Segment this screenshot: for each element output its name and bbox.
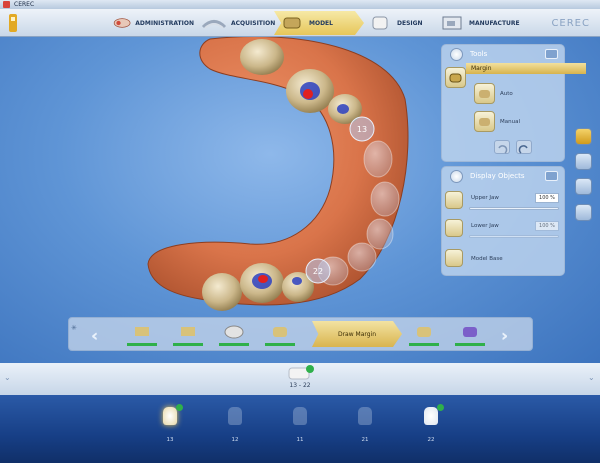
lower-jaw-label: Lower Jaw (471, 223, 499, 229)
collapse-right-icon[interactable]: ⌄ (588, 373, 595, 382)
tooth-13[interactable] (163, 407, 177, 425)
display-objects-icon (450, 170, 463, 183)
manufacture-icon (442, 16, 462, 30)
phase-administration[interactable]: ADMINISTRATION (108, 11, 194, 35)
strip-tool-2[interactable] (173, 322, 203, 346)
right-tool-crown-button[interactable] (575, 128, 592, 145)
tooth-22[interactable] (424, 407, 438, 425)
phase-model[interactable]: MODEL (274, 11, 364, 35)
upper-jaw-icon[interactable] (445, 191, 463, 209)
undo-icon (498, 145, 508, 154)
tooth-21[interactable] (358, 407, 372, 425)
tooth-molar (202, 273, 242, 311)
restoration-strip: ⌄ ⌄ 13 - 22 (0, 363, 600, 395)
margin-tool-row[interactable]: Margin (466, 63, 586, 74)
manual-label: Manual (500, 119, 520, 125)
strip-tool-6[interactable] (409, 322, 439, 346)
display-objects-panel: Display Objects Upper Jaw 100 % Lower Ja… (441, 166, 565, 276)
manual-margin-button[interactable] (474, 111, 495, 132)
pin-icon[interactable]: ✳ (71, 324, 80, 344)
strip-tool-3[interactable] (219, 322, 249, 346)
tools-panel-header: Tools (442, 45, 564, 63)
app-icon (3, 1, 10, 8)
crown-preview (363, 140, 393, 178)
collapse-left-icon[interactable]: ⌄ (4, 373, 11, 382)
tooth-number: 22 (427, 437, 435, 443)
menu-logo-icon[interactable] (4, 11, 22, 35)
crown-preview (347, 242, 377, 272)
model-base-label: Model Base (471, 256, 503, 262)
design-icon (372, 16, 388, 30)
tooth-molar (240, 39, 284, 75)
tooth-number: 12 (231, 437, 239, 443)
panel-minimize-button[interactable] (545, 171, 558, 181)
upper-jaw-percent[interactable]: 100 % (535, 193, 559, 203)
tooth-number: 11 (296, 437, 304, 443)
redo-button[interactable] (516, 140, 532, 154)
margin-heatmap-hot (258, 275, 268, 283)
tools-panel-title: Tools (470, 50, 488, 58)
margin-heatmap (292, 277, 302, 285)
tools-icon (450, 48, 463, 61)
phase-design[interactable]: DESIGN (362, 11, 432, 35)
strip-tool-4[interactable] (265, 322, 295, 346)
tooth-12[interactable] (228, 407, 242, 425)
auto-margin-button[interactable] (474, 83, 495, 104)
upper-jaw-label: Upper Jaw (471, 195, 499, 201)
tooth-marker-label: 22 (313, 267, 323, 276)
lower-jaw-slider[interactable] (469, 235, 559, 238)
acquisition-icon (201, 20, 227, 29)
right-tool-cube-button[interactable] (575, 204, 592, 221)
undo-button[interactable] (494, 140, 510, 154)
tools-panel: Tools Margin Auto Manual (441, 44, 586, 162)
brand-logo: CEREC (551, 18, 590, 29)
tooth-number: 21 (361, 437, 369, 443)
tooth-selector: 13 12 11 21 22 (0, 395, 600, 463)
lower-jaw-icon[interactable] (445, 219, 463, 237)
administration-icon (113, 18, 131, 28)
margin-tool-icon[interactable] (445, 67, 466, 88)
check-icon (176, 404, 183, 411)
redo-icon (518, 145, 528, 154)
window-title: CEREC (14, 1, 35, 8)
tooth-marker-label: 13 (357, 125, 367, 134)
lower-jaw-percent[interactable]: 100 % (535, 221, 559, 231)
check-icon (437, 404, 444, 411)
right-tool-view-button[interactable] (575, 178, 592, 195)
crown-preview (370, 181, 400, 217)
margin-heatmap (337, 104, 349, 114)
right-tool-model-button[interactable] (575, 153, 592, 170)
cerec-window: CEREC 13 22 ADMINISTRATION ACQUISITION M… (0, 0, 600, 463)
tool-strip: ✳ ‹‹ Draw Margin ›› (68, 317, 533, 351)
strip-scroll-right-button[interactable]: ›› (501, 326, 509, 345)
tooth-number: 13 (166, 437, 174, 443)
model-base-icon[interactable] (445, 249, 463, 267)
restoration-thumbnail[interactable] (286, 364, 316, 382)
crown-preview (366, 218, 394, 250)
phase-acquisition[interactable]: ACQUISITION (196, 11, 276, 35)
phase-manufacture[interactable]: MANUFACTURE (434, 11, 534, 35)
restoration-label: 13 - 22 (289, 382, 311, 389)
strip-tool-7[interactable] (455, 322, 485, 346)
phase-bar: ADMINISTRATION ACQUISITION MODEL DESIGN … (0, 9, 600, 37)
draw-margin-step[interactable]: Draw Margin (312, 321, 402, 347)
window-titlebar: CEREC (0, 0, 600, 9)
panel-minimize-button[interactable] (545, 49, 558, 59)
tooth-11[interactable] (293, 407, 307, 425)
strip-scroll-left-button[interactable]: ‹‹ (91, 326, 99, 345)
display-objects-header: Display Objects (442, 167, 564, 185)
model-icon (283, 17, 301, 29)
margin-heatmap-hot (303, 89, 313, 99)
display-objects-title: Display Objects (470, 172, 525, 180)
strip-tool-1[interactable] (127, 322, 157, 346)
upper-jaw-slider[interactable] (469, 207, 559, 210)
auto-label: Auto (500, 91, 513, 97)
